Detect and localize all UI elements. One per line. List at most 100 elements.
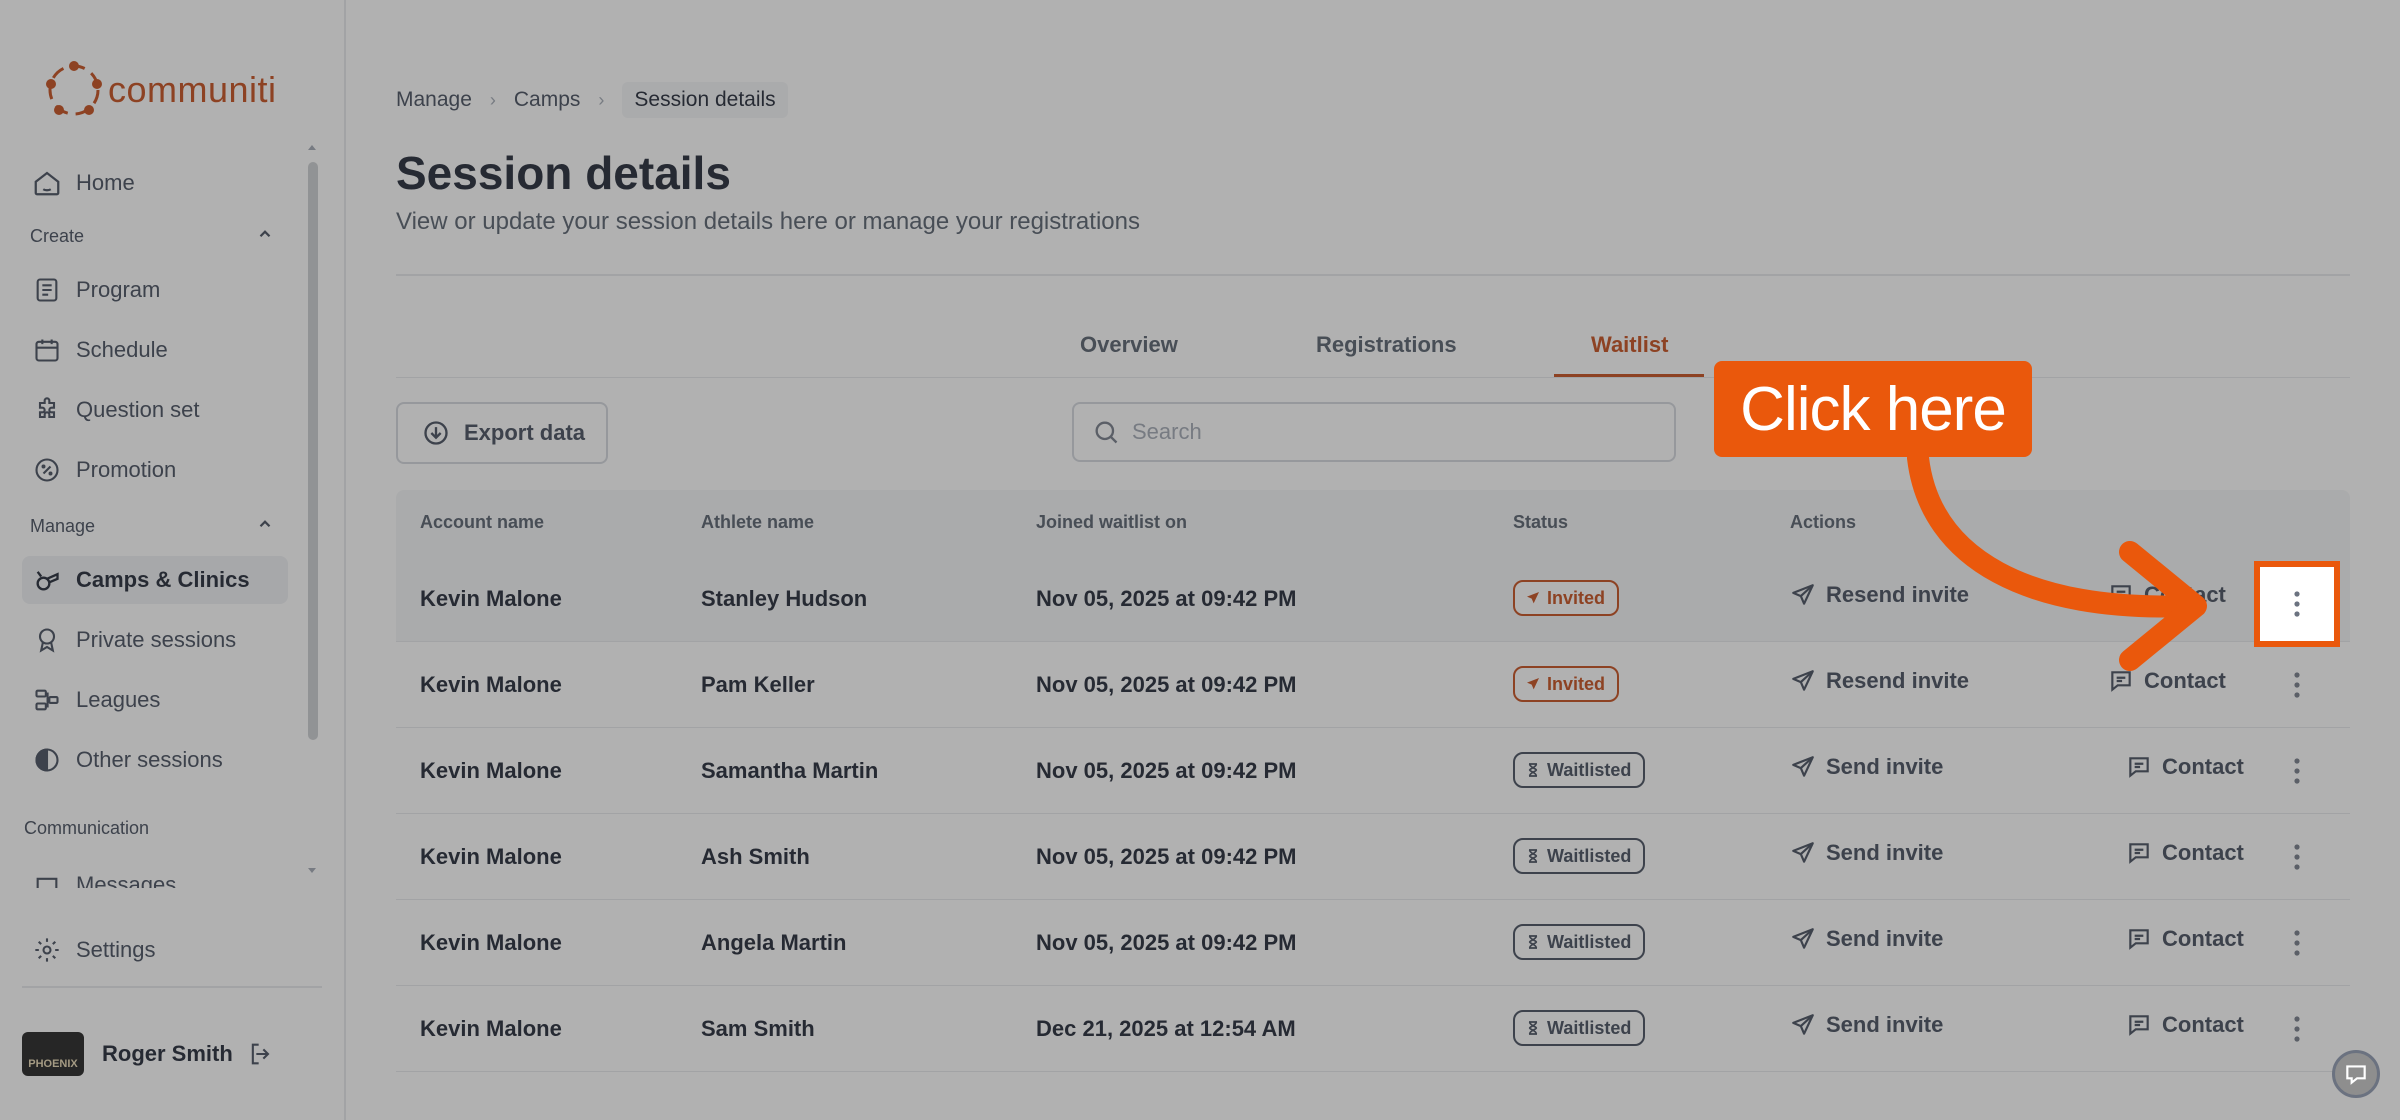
sidebar-item-label: Question set	[76, 397, 200, 422]
contact-label: Contact	[2162, 1012, 2244, 1037]
logout-icon[interactable]	[247, 1040, 275, 1068]
send-icon	[1525, 590, 1541, 606]
message-icon	[2126, 1012, 2152, 1038]
sidebar-item-private-sessions[interactable]: Private sessions	[22, 616, 288, 664]
column-header-joined: Joined waitlist on	[1036, 512, 1188, 532]
contact-button[interactable]: Contact	[2126, 840, 2244, 866]
action-label: Resend invite	[1826, 668, 1970, 693]
export-data-button[interactable]: Export data	[396, 402, 608, 464]
cell-athlete-name: Angela Martin	[701, 930, 847, 955]
user-profile[interactable]: PHOENIX Roger Smith	[22, 1032, 275, 1076]
breadcrumb: Manage › Camps › Session details	[396, 82, 788, 118]
cell-joined-date: Nov 05, 2025 at 09:42 PM	[1036, 758, 1297, 783]
sidebar-group-label: Communication	[24, 817, 150, 838]
avatar-text: PHOENIX	[28, 1058, 78, 1070]
cell-athlete-name: Samantha Martin	[701, 758, 879, 783]
tab-overview[interactable]: Overview	[1080, 332, 1178, 358]
status-badge-label: Waitlisted	[1547, 931, 1632, 952]
more-options-button[interactable]	[2277, 1006, 2317, 1052]
sidebar-item-settings[interactable]: Settings	[22, 926, 288, 974]
more-vertical-icon	[2292, 928, 2302, 958]
table-row: Kevin Malone Ash Smith Nov 05, 2025 at 09:…	[396, 814, 2350, 900]
cell-athlete-name: Ash Smith	[701, 844, 810, 869]
send-invite-button[interactable]: Send invite	[1790, 926, 1943, 952]
search-icon	[1092, 418, 1120, 446]
search-box[interactable]	[1072, 402, 1676, 462]
table-header: Account name Athlete name Joined waitlis…	[396, 490, 2350, 556]
page-title: Session details	[396, 147, 731, 199]
sidebar-group-communication[interactable]: Communication	[24, 810, 268, 846]
more-options-button[interactable]	[2277, 834, 2317, 880]
contact-button[interactable]: Contact	[2126, 1012, 2244, 1038]
status-badge: Waitlisted	[1513, 924, 1646, 960]
sidebar-item-promotion[interactable]: Promotion	[22, 446, 288, 494]
contact-button[interactable]: Contact	[2126, 754, 2244, 780]
sidebar-item-camps-clinics[interactable]: Camps & Clinics	[22, 556, 288, 604]
status-badge: Invited	[1513, 580, 1620, 616]
table-row: Kevin Malone Stanley Hudson Nov 05, 2025 a…	[396, 556, 2350, 642]
status-badge: Waitlisted	[1513, 1010, 1646, 1046]
sidebar-group-create[interactable]: Create	[30, 218, 274, 254]
sidebar-item-program[interactable]: Program	[22, 266, 288, 314]
send-invite-button[interactable]: Send invite	[1790, 840, 1943, 866]
status-badge-label: Waitlisted	[1547, 1017, 1632, 1038]
contact-button[interactable]: Contact	[2108, 582, 2226, 608]
message-icon	[2126, 926, 2152, 952]
action-label: Resend invite	[1826, 582, 1970, 607]
chat-support-button[interactable]	[2332, 1050, 2380, 1098]
tab-bar-divider	[396, 377, 2350, 378]
sidebar-scrollbar-thumb[interactable]	[308, 162, 318, 740]
chevron-right-icon: ›	[489, 89, 496, 110]
cell-account-name: Kevin Malone	[420, 844, 562, 869]
cell-joined-date: Nov 05, 2025 at 09:42 PM	[1036, 844, 1297, 869]
tab-registrations[interactable]: Registrations	[1316, 332, 1457, 358]
sidebar-item-question-set[interactable]: Question set	[22, 386, 288, 434]
table-row: Kevin Malone Pam Keller Nov 05, 2025 at 09…	[396, 642, 2350, 728]
cell-account-name: Kevin Malone	[420, 758, 562, 783]
brand-logo[interactable]: communiti	[42, 58, 277, 122]
more-options-button[interactable]	[2277, 662, 2317, 708]
resend-invite-button[interactable]: Resend invite	[1790, 582, 1969, 608]
action-label: Send invite	[1826, 840, 1944, 865]
breadcrumb-item-manage[interactable]: Manage	[396, 88, 472, 112]
cell-athlete-name: Stanley Hudson	[701, 586, 868, 611]
column-header-athlete: Athlete name	[701, 512, 815, 532]
tab-waitlist[interactable]: Waitlist	[1591, 332, 1668, 358]
cell-joined-date: Dec 21, 2025 at 12:54 AM	[1036, 1016, 1296, 1041]
more-options-button[interactable]	[2277, 920, 2317, 966]
sidebar-item-label: Camps & Clinics	[76, 567, 250, 592]
search-input[interactable]	[1132, 419, 1652, 445]
contact-button[interactable]: Contact	[2126, 926, 2244, 952]
send-invite-button[interactable]: Send invite	[1790, 754, 1943, 780]
sidebar: communiti Home Create Program Schedule Q…	[0, 0, 346, 1120]
send-icon	[1790, 840, 1816, 866]
contact-button[interactable]: Contact	[2108, 668, 2226, 694]
gear-icon	[30, 933, 64, 967]
breadcrumb-item-camps[interactable]: Camps	[514, 88, 581, 112]
message-icon	[2126, 754, 2152, 780]
sidebar-item-messages[interactable]: Messages	[22, 862, 288, 888]
more-options-button[interactable]	[2277, 748, 2317, 794]
page-subtitle: View or update your session details here…	[396, 208, 1140, 235]
status-badge: Invited	[1513, 666, 1620, 702]
sidebar-item-home[interactable]: Home	[22, 159, 288, 207]
sidebar-item-schedule[interactable]: Schedule	[22, 326, 288, 374]
more-vertical-icon	[2292, 842, 2302, 872]
sidebar-group-label: Create	[30, 225, 85, 246]
send-icon	[1790, 1012, 1816, 1038]
contact-label: Contact	[2162, 926, 2244, 951]
highlighted-more-options-button[interactable]	[2254, 561, 2340, 647]
waitlist-table: Account name Athlete name Joined waitlis…	[396, 490, 2350, 1072]
message-icon	[2126, 840, 2152, 866]
sidebar-group-manage[interactable]: Manage	[30, 508, 274, 544]
sidebar-item-label: Other sessions	[76, 747, 223, 772]
sidebar-group-label: Manage	[30, 515, 96, 536]
sidebar-item-other-sessions[interactable]: Other sessions	[22, 736, 288, 784]
cell-athlete-name: Pam Keller	[701, 672, 815, 697]
bracket-icon	[30, 683, 64, 717]
contact-label: Contact	[2144, 668, 2226, 693]
sidebar-item-label: Private sessions	[76, 627, 237, 652]
resend-invite-button[interactable]: Resend invite	[1790, 668, 1969, 694]
send-invite-button[interactable]: Send invite	[1790, 1012, 1943, 1038]
sidebar-item-leagues[interactable]: Leagues	[22, 676, 288, 724]
